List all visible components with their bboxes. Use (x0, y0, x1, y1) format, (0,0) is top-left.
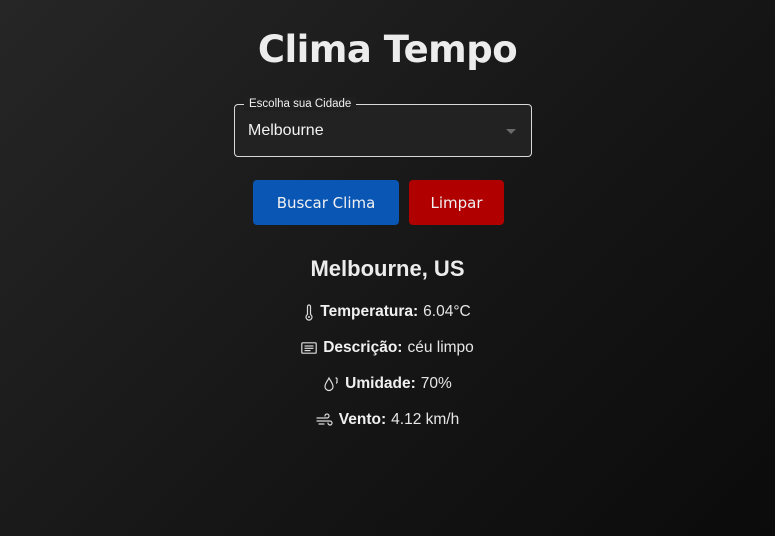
description-label: Descrição: (323, 339, 403, 356)
city-select[interactable]: Escolha sua Cidade Melbourne (234, 97, 532, 157)
humidity-label: Umidade: (345, 375, 416, 392)
humidity-row: Umidade: 70% (0, 375, 775, 393)
chevron-down-icon[interactable] (506, 129, 516, 134)
clear-button[interactable]: Limpar (409, 180, 504, 225)
wind-label: Vento: (338, 411, 387, 428)
description-row: Descrição: céu limpo (0, 339, 775, 357)
wind-value: 4.12 km/h (391, 411, 460, 428)
wind-icon (316, 412, 333, 428)
city-select-value: Melbourne (248, 122, 324, 139)
wind-row: Vento: 4.12 km/h (0, 411, 775, 429)
page-title: Clima Tempo (257, 28, 518, 71)
droplet-icon (323, 376, 339, 393)
city-heading: Melbourne, US (310, 256, 465, 281)
description-value: céu limpo (407, 339, 474, 356)
temperature-label: Temperatura: (320, 303, 419, 320)
temperature-row: Temperatura: 6.04°C (0, 303, 775, 321)
city-select-label: Escolha sua Cidade (244, 97, 357, 111)
search-weather-button[interactable]: Buscar Clima (253, 180, 399, 225)
temperature-value: 6.04°C (423, 303, 471, 320)
humidity-value: 70% (420, 375, 452, 392)
message-icon (301, 341, 317, 355)
weather-app: Clima Tempo Escolha sua Cidade Melbourne… (0, 0, 775, 536)
thermometer-icon (304, 303, 314, 321)
